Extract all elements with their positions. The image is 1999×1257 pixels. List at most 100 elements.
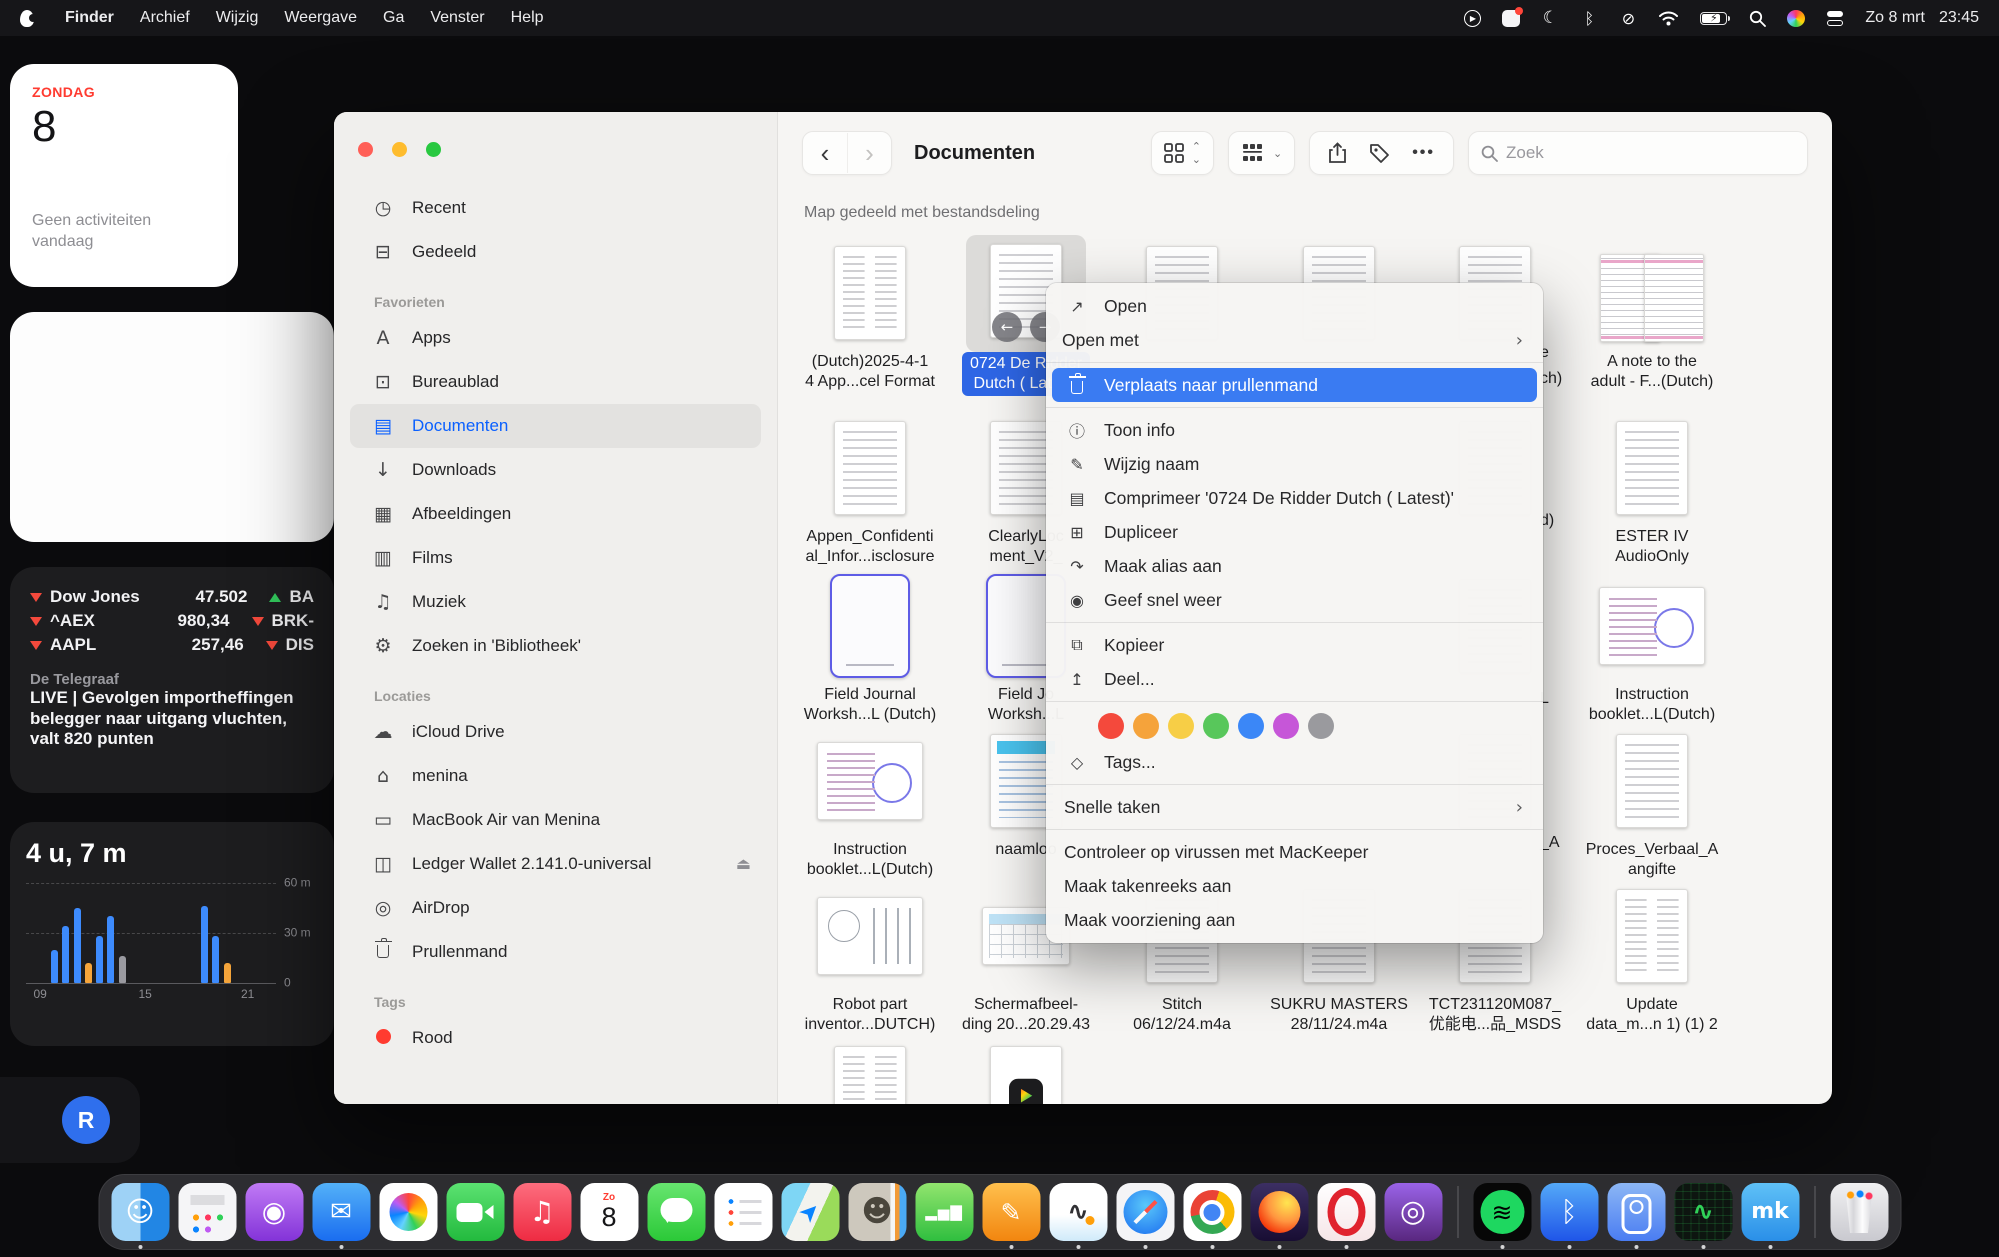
dock-app-reminders[interactable] <box>714 1183 772 1241</box>
menu-item-maak-voorziening-aan[interactable]: Maak voorziening aan <box>1052 903 1537 937</box>
dock-app-tor[interactable]: ◎ <box>1384 1183 1442 1241</box>
dock-app-pages[interactable]: ✎ <box>982 1183 1040 1241</box>
dock-app-calendar[interactable]: Zo8 <box>580 1183 638 1241</box>
sidebar-item-recent[interactable]: ◷Recent <box>350 186 761 230</box>
menubar-item-wijzig[interactable]: Wijzig <box>203 9 272 27</box>
calendar-widget[interactable]: ZONDAG 8 Geen activiteiten vandaag <box>10 64 238 287</box>
menu-item-tags[interactable]: ◇Tags... <box>1052 745 1537 779</box>
sidebar-item-menina[interactable]: ⌂menina <box>350 754 761 798</box>
sidebar-item-airdrop[interactable]: ◎AirDrop <box>350 886 761 930</box>
empty-widget[interactable] <box>10 312 334 542</box>
mackeeper-menu-icon[interactable] <box>1502 10 1520 27</box>
file-item[interactable]: (Dutch)2025-4-14 App...cel Format <box>795 237 945 392</box>
dock-app-podcasts[interactable]: ◉ <box>245 1183 303 1241</box>
dock-app-spotify[interactable]: ≋ <box>1473 1183 1531 1241</box>
menu-item-deel[interactable]: ↥Deel... <box>1052 662 1537 696</box>
sidebar-item-icloud-drive[interactable]: ☁iCloud Drive <box>350 710 761 754</box>
file-item[interactable] <box>951 1037 1101 1104</box>
menubar-item-archief[interactable]: Archief <box>127 9 203 27</box>
dock-app-mail[interactable]: ✉ <box>312 1183 370 1241</box>
menu-item-snelle-taken[interactable]: Snelle taken› <box>1052 790 1537 824</box>
tag-color-dot[interactable] <box>1098 713 1124 739</box>
page-back-icon[interactable]: ← <box>992 312 1022 342</box>
file-item[interactable]: Field JournalWorksh...L (Dutch) <box>795 570 945 725</box>
siri-icon[interactable] <box>1787 10 1805 27</box>
dock-app-music[interactable]: ♫ <box>513 1183 571 1241</box>
dock-app-mackeeper[interactable]: mk <box>1741 1183 1799 1241</box>
dock-app-finder[interactable]: ☺ <box>111 1183 169 1241</box>
dock-app-safari[interactable] <box>1116 1183 1174 1241</box>
tag-color-dot[interactable] <box>1308 713 1334 739</box>
menu-item-open[interactable]: ↗Open <box>1052 289 1537 323</box>
file-item[interactable]: Robot partinventor...DUTCH) <box>795 880 945 1035</box>
menu-item-dupliceer[interactable]: ⊞Dupliceer <box>1052 515 1537 549</box>
tag-color-dot[interactable] <box>1133 713 1159 739</box>
dock-app-numbers[interactable]: ▂▅▇ <box>915 1183 973 1241</box>
sidebar-item-films[interactable]: ▥Films <box>350 536 761 580</box>
menubar-item-weergave[interactable]: Weergave <box>271 9 370 27</box>
sidebar-item-ledger-wallet-2-141-0-universal[interactable]: ◫Ledger Wallet 2.141.0-universal⏏ <box>350 842 761 886</box>
stocks-widget[interactable]: Dow Jones47.502BA^AEX980,34BRK-AAPL257,4… <box>10 567 334 793</box>
dock-app-freeform[interactable]: ∿ <box>1049 1183 1107 1241</box>
dock-app-opera[interactable] <box>1317 1183 1375 1241</box>
zoom-button[interactable] <box>426 142 441 157</box>
minimize-button[interactable] <box>392 142 407 157</box>
menu-item-toon-info[interactable]: ⓘToon info <box>1052 413 1537 447</box>
dock-app-contacts[interactable]: ☻ <box>848 1183 906 1241</box>
dock-app-bluetoothapp[interactable]: ᛒ <box>1540 1183 1598 1241</box>
menu-item-maak-takenreeks-aan[interactable]: Maak takenreeks aan <box>1052 869 1537 903</box>
control-center-icon[interactable] <box>1826 8 1844 28</box>
menubar-item-finder[interactable]: Finder <box>52 9 127 27</box>
dock-app-monitor[interactable]: ∿ <box>1674 1183 1732 1241</box>
dock-app-messages[interactable] <box>647 1183 705 1241</box>
dock-app-facetime[interactable] <box>446 1183 504 1241</box>
tag-color-dot[interactable] <box>1273 713 1299 739</box>
sidebar-item-macbook-air-van-menina[interactable]: ▭MacBook Air van Menina <box>350 798 761 842</box>
tag-color-dot[interactable] <box>1203 713 1229 739</box>
menubar-item-help[interactable]: Help <box>498 9 557 27</box>
file-item[interactable]: Updatedata_m...n 1) (1) 2 <box>1577 880 1727 1035</box>
screen-time-widget[interactable]: 4 u, 7 m 60 m30 m0091521 <box>10 822 334 1046</box>
eject-icon[interactable]: ⏏ <box>736 854 751 874</box>
menu-item-wijzig-naam[interactable]: ✎Wijzig naam <box>1052 447 1537 481</box>
sidebar-item-rood[interactable]: Rood <box>350 1016 761 1060</box>
sidebar-item-prullenmand[interactable]: Prullenmand <box>350 930 761 974</box>
sidebar-item-documenten[interactable]: ▤Documenten <box>350 404 761 448</box>
dock-app-trash[interactable] <box>1830 1183 1888 1241</box>
menubar-item-ga[interactable]: Ga <box>370 9 417 27</box>
file-item[interactable]: Instructionbooklet...L(Dutch) <box>795 725 945 880</box>
dock-app-photos[interactable] <box>379 1183 437 1241</box>
file-item[interactable]: ESTER IVAudioOnly <box>1577 412 1727 567</box>
r-badge-widget[interactable]: R <box>0 1077 140 1163</box>
sidebar-item-bureaublad[interactable]: ⊡Bureaublad <box>350 360 761 404</box>
file-item[interactable]: Instructionbooklet...L(Dutch) <box>1577 570 1727 725</box>
dock-app-firefox[interactable] <box>1250 1183 1308 1241</box>
dock-app-chrome[interactable] <box>1183 1183 1241 1241</box>
menu-item-verplaats-naar-prullenmand[interactable]: Verplaats naar prullenmand <box>1052 368 1537 402</box>
menubar-item-venster[interactable]: Venster <box>417 9 497 27</box>
file-item[interactable] <box>795 1037 945 1104</box>
tag-color-dot[interactable] <box>1168 713 1194 739</box>
spotlight-icon[interactable] <box>1748 8 1766 28</box>
menu-item-geef-snel-weer[interactable]: ◉Geef snel weer <box>1052 583 1537 617</box>
sidebar-item-zoeken-in-bibliotheek[interactable]: ⚙Zoeken in 'Bibliotheek' <box>350 624 761 668</box>
menu-item-kopieer[interactable]: ⧉Kopieer <box>1052 628 1537 662</box>
battery-icon[interactable]: ⚡ <box>1700 12 1727 25</box>
dock-app-launchpad[interactable] <box>178 1183 236 1241</box>
play-circle-icon[interactable]: ▶ <box>1464 10 1481 27</box>
menu-item-maak-alias-aan[interactable]: ↷Maak alias aan <box>1052 549 1537 583</box>
apple-logo-icon[interactable] <box>20 10 34 27</box>
tag-color-dot[interactable] <box>1238 713 1264 739</box>
file-item[interactable]: A note to theadult - F...(Dutch) <box>1577 237 1727 392</box>
dock-app-maps[interactable]: ➤ <box>781 1183 839 1241</box>
bluetooth-icon[interactable]: ᛒ <box>1580 8 1598 28</box>
file-item[interactable]: Appen_Confidential_Infor...isclosure <box>795 412 945 567</box>
menu-item-comprimeer-0724-de-ridder-dutch-latest[interactable]: ▤Comprimeer '0724 De Ridder Dutch ( Late… <box>1052 481 1537 515</box>
menu-item-open-met[interactable]: Open met› <box>1052 323 1537 357</box>
sidebar-item-gedeeld[interactable]: ⊟Gedeeld <box>350 230 761 274</box>
sidebar-item-afbeeldingen[interactable]: ▦Afbeeldingen <box>350 492 761 536</box>
sidebar-item-downloads[interactable]: ↓Downloads <box>350 448 761 492</box>
sidebar-item-muziek[interactable]: ♫Muziek <box>350 580 761 624</box>
wifi-icon[interactable] <box>1658 8 1679 28</box>
dock-app-speaker[interactable] <box>1607 1183 1665 1241</box>
